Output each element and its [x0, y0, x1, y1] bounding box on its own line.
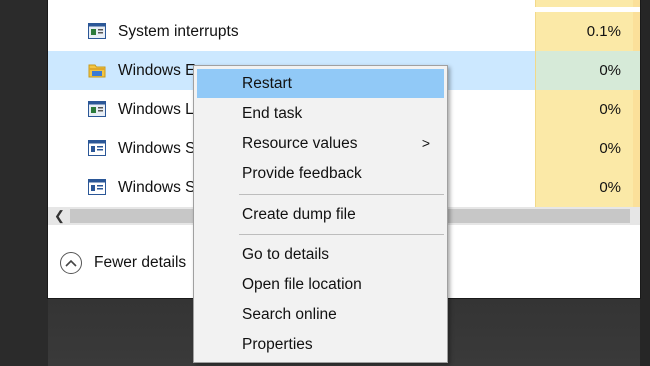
menu-item-label: End task — [242, 105, 303, 122]
name-cell — [48, 0, 535, 7]
menu-item-resource-values[interactable]: Resource values > — [197, 129, 444, 158]
window-app-icon — [88, 140, 106, 156]
memory-cell — [633, 129, 640, 168]
process-name: System interrupts — [118, 23, 239, 40]
menu-item-label: Restart — [242, 75, 292, 92]
menu-item-go-to-details[interactable]: Go to details — [197, 240, 444, 269]
process-name: Windows S — [118, 140, 196, 157]
menu-item-label: Go to details — [242, 246, 330, 263]
memory-cell — [633, 0, 640, 7]
cpu-cell: 0% — [535, 51, 633, 90]
menu-item-restart[interactable]: Restart — [197, 69, 444, 98]
fewer-details-button[interactable]: Fewer details — [60, 251, 186, 275]
table-row[interactable] — [48, 0, 640, 7]
memory-cell — [633, 12, 640, 51]
cpu-cell: 0.1% — [535, 12, 633, 51]
process-name: Windows S — [118, 179, 196, 196]
cpu-cell: 0% — [535, 90, 633, 129]
fewer-details-label: Fewer details — [94, 254, 187, 271]
desktop-background — [0, 0, 48, 366]
cpu-cell: 0% — [535, 168, 633, 207]
context-menu: Restart End task Resource values > Provi… — [193, 65, 448, 363]
menu-item-search-online[interactable]: Search online — [197, 300, 444, 329]
table-row[interactable]: System interrupts 0.1% — [48, 12, 640, 51]
system-process-icon — [88, 23, 106, 39]
window-app-icon — [88, 179, 106, 195]
menu-separator — [239, 234, 444, 235]
memory-cell — [633, 51, 640, 90]
menu-item-label: Properties — [242, 336, 313, 353]
menu-item-label: Search online — [242, 306, 337, 323]
menu-item-open-file-location[interactable]: Open file location — [197, 270, 444, 299]
process-name: Windows L — [118, 101, 194, 118]
menu-item-create-dump-file[interactable]: Create dump file — [197, 200, 444, 229]
menu-item-label: Provide feedback — [242, 165, 362, 182]
menu-separator — [239, 194, 444, 195]
system-process-icon — [88, 101, 106, 117]
menu-item-end-task[interactable]: End task — [197, 99, 444, 128]
desktop-background-right — [640, 0, 650, 366]
memory-cell — [633, 168, 640, 207]
cpu-cell — [535, 0, 633, 7]
menu-item-properties[interactable]: Properties — [197, 330, 444, 359]
menu-item-label: Open file location — [242, 276, 362, 293]
menu-item-label: Create dump file — [242, 206, 356, 223]
name-cell: System interrupts — [48, 12, 535, 51]
process-name: Windows E — [118, 62, 196, 79]
folder-icon — [88, 64, 106, 78]
chevron-up-icon — [60, 252, 82, 274]
menu-item-provide-feedback[interactable]: Provide feedback — [197, 159, 444, 188]
submenu-arrow-icon: > — [421, 135, 430, 151]
memory-cell — [633, 90, 640, 129]
cpu-cell: 0% — [535, 129, 633, 168]
menu-item-label: Resource values — [242, 135, 358, 152]
scroll-left-icon[interactable]: ❮ — [54, 208, 65, 224]
